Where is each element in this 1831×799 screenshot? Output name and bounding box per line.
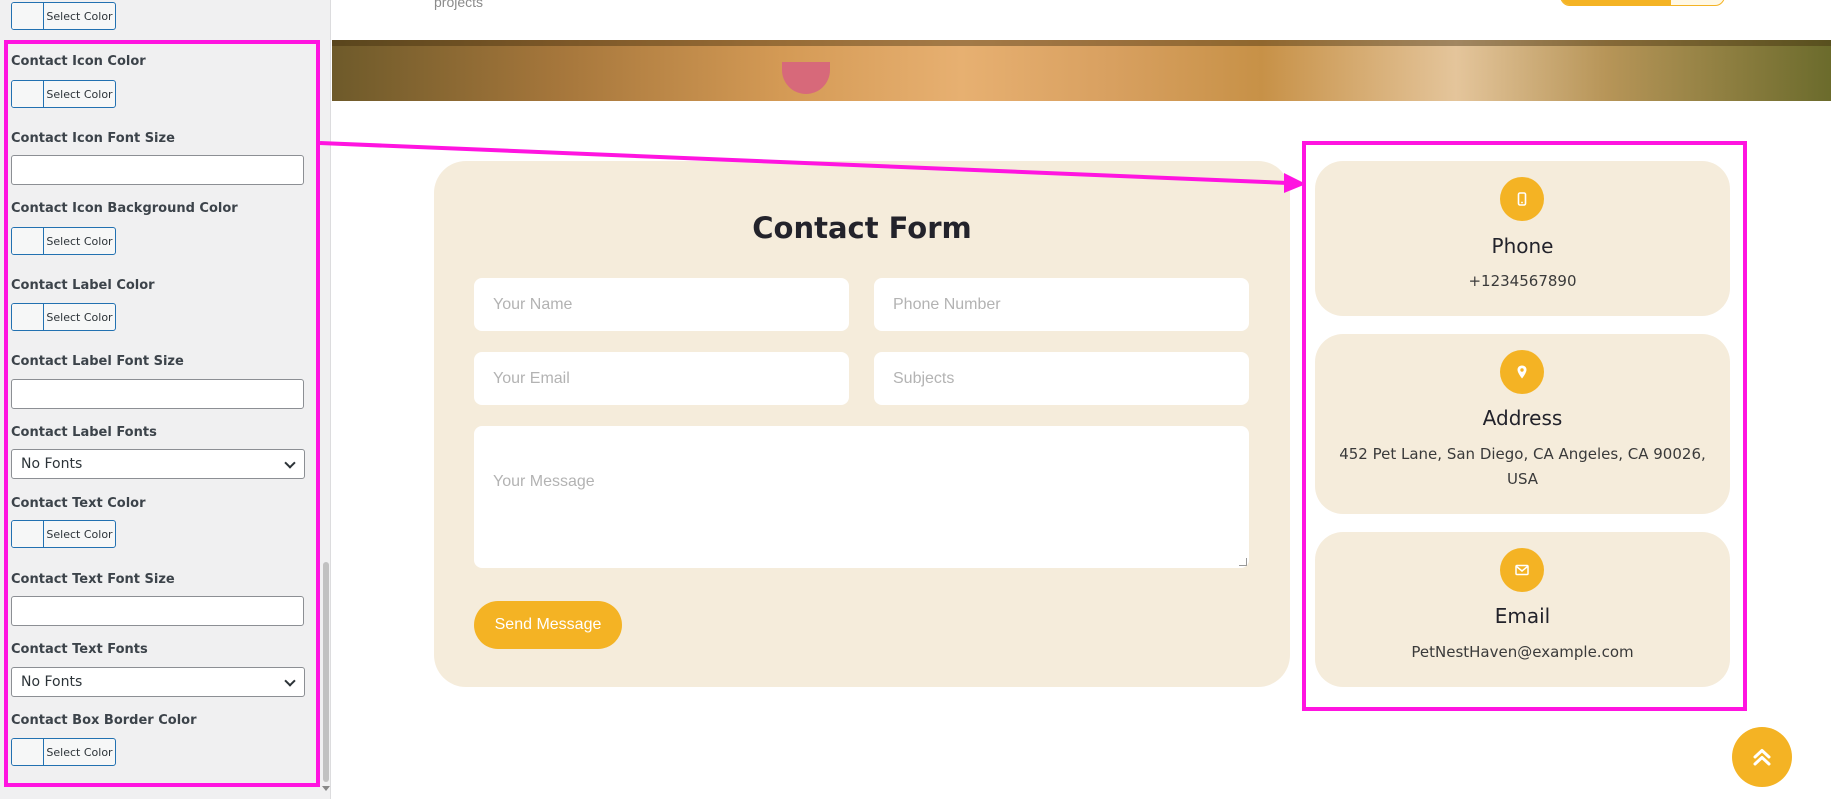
email-input[interactable]: Your Email	[474, 352, 849, 405]
map-pin-icon	[1500, 350, 1544, 394]
contact-label-color-button[interactable]: Select Color	[11, 303, 116, 331]
envelope-icon	[1500, 548, 1544, 592]
email-card: Email PetNestHaven@example.com	[1315, 532, 1730, 687]
message-textarea[interactable]: Your Message	[474, 426, 1249, 568]
phone-card: Phone +1234567890	[1315, 161, 1730, 316]
resize-handle-icon[interactable]	[1239, 558, 1247, 566]
contact-icon-color-button[interactable]: Select Color	[11, 80, 116, 108]
chevron-down-icon	[284, 457, 296, 469]
phone-icon	[1500, 177, 1544, 221]
color-swatch	[12, 228, 44, 254]
color-swatch	[12, 739, 44, 765]
address-card: Address 452 Pet Lane, San Diego, CA Ange…	[1315, 334, 1730, 514]
contact-text-fonts-label: Contact Text Fonts	[11, 642, 148, 657]
scroll-down-arrow-icon[interactable]	[322, 786, 330, 791]
contact-text-font-size-label: Contact Text Font Size	[11, 572, 175, 587]
select-value: No Fonts	[21, 456, 83, 472]
contact-label-font-size-label: Contact Label Font Size	[11, 354, 184, 369]
select-color-label: Select Color	[46, 527, 113, 541]
address-text: 452 Pet Lane, San Diego, CA Angeles, CA …	[1339, 445, 1706, 488]
send-message-button[interactable]: Send Message	[474, 601, 622, 649]
contact-text-fonts-select[interactable]: No Fonts	[11, 667, 305, 697]
name-input[interactable]: Your Name	[474, 278, 849, 331]
phone-input[interactable]: Phone Number	[874, 278, 1249, 331]
contact-box-border-color-label: Contact Box Border Color	[11, 713, 197, 728]
contact-box-border-color-button[interactable]: Select Color	[11, 738, 116, 766]
select-value: No Fonts	[21, 674, 83, 690]
select-color-label: Select Color	[46, 9, 113, 23]
contact-icon-font-size-label: Contact Icon Font Size	[11, 131, 175, 146]
contact-label-fonts-select[interactable]: No Fonts	[11, 449, 305, 479]
name-placeholder: Your Name	[493, 295, 573, 313]
scrollbar-thumb[interactable]	[323, 562, 329, 782]
select-color-label: Select Color	[46, 234, 113, 248]
double-chevron-up-icon	[1753, 749, 1771, 766]
contact-icon-font-size-input[interactable]	[11, 155, 304, 185]
header-button[interactable]	[1560, 0, 1725, 6]
select-color-label: Select Color	[46, 310, 113, 324]
panel-scrollbar[interactable]	[320, 0, 330, 799]
email-title: Email	[1494, 604, 1551, 628]
address-title: Address	[1482, 406, 1563, 430]
contact-label-color-label: Contact Label Color	[11, 278, 155, 293]
hero-image	[332, 40, 1831, 101]
select-color-label: Select Color	[46, 745, 113, 759]
subject-input[interactable]: Subjects	[874, 352, 1249, 405]
customizer-panel: Select Color Contact Icon Color Select C…	[0, 0, 331, 799]
phone-placeholder: Phone Number	[893, 295, 1001, 313]
chevron-down-icon	[284, 675, 296, 687]
contact-label-fonts-label: Contact Label Fonts	[11, 425, 157, 440]
scroll-to-top-button[interactable]	[1732, 727, 1792, 787]
contact-icon-bg-color-button[interactable]: Select Color	[11, 227, 116, 255]
color-swatch	[12, 3, 44, 29]
color-swatch	[12, 521, 44, 547]
email-text: PetNestHaven@example.com	[1411, 643, 1634, 661]
select-color-label: Select Color	[46, 87, 113, 101]
subject-placeholder: Subjects	[893, 369, 955, 387]
contact-form-title: Contact Form	[752, 211, 972, 245]
phone-text: +1234567890	[1468, 272, 1577, 290]
phone-title: Phone	[1491, 234, 1554, 258]
contact-text-color-label: Contact Text Color	[11, 496, 146, 511]
contact-text-font-size-input[interactable]	[11, 596, 304, 626]
contact-form-card: Contact Form Your Name Phone Number Your…	[434, 161, 1290, 687]
contact-text-color-button[interactable]: Select Color	[11, 520, 116, 548]
contact-icon-bg-color-label: Contact Icon Background Color	[11, 201, 238, 216]
color-swatch	[12, 81, 44, 107]
select-color-button-previous[interactable]: Select Color	[11, 2, 116, 30]
email-placeholder: Your Email	[493, 369, 570, 387]
header-subtext: projects	[434, 0, 484, 10]
message-placeholder: Your Message	[493, 473, 595, 490]
contact-icon-color-label: Contact Icon Color	[11, 54, 146, 69]
contact-label-font-size-input[interactable]	[11, 379, 304, 409]
color-swatch	[12, 304, 44, 330]
